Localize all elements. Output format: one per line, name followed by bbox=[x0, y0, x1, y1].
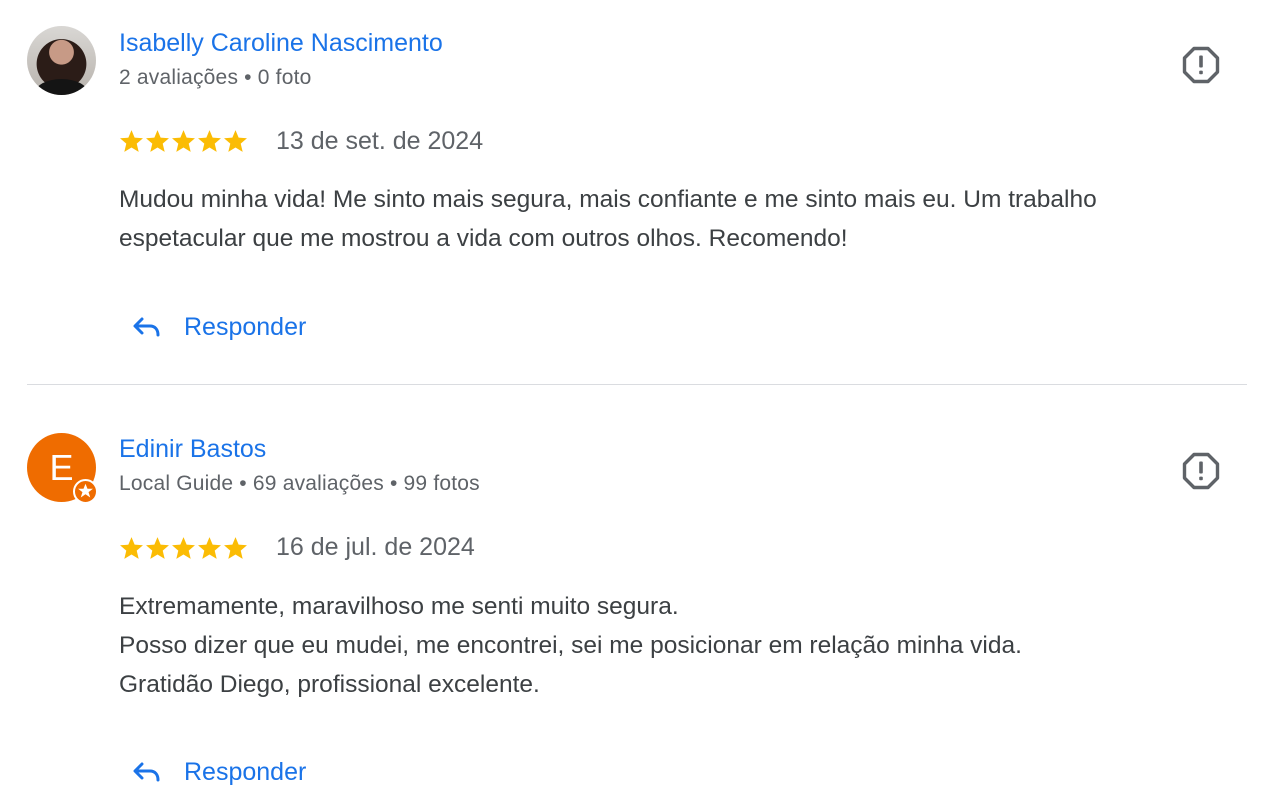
report-icon[interactable] bbox=[1182, 452, 1220, 490]
star-icon bbox=[172, 130, 195, 152]
reviewer-meta: 2 avaliações • 0 foto bbox=[119, 66, 312, 89]
star-icon bbox=[198, 537, 221, 559]
reply-label: Responder bbox=[184, 757, 307, 786]
review-date: 16 de jul. de 2024 bbox=[276, 533, 475, 561]
reviewer-name[interactable]: Edinir Bastos bbox=[119, 435, 266, 464]
review-divider bbox=[27, 384, 1247, 385]
reply-button[interactable]: Responder bbox=[130, 304, 306, 350]
review-text-line: Mudou minha vida! Me sinto mais segura, … bbox=[119, 186, 1097, 213]
review-text-line: Gratidão Diego, profissional excelente. bbox=[119, 671, 540, 698]
review-date: 13 de set. de 2024 bbox=[276, 127, 484, 155]
reply-arrow-icon bbox=[133, 317, 160, 337]
reply-label: Responder bbox=[184, 312, 307, 341]
star-icon bbox=[120, 537, 143, 559]
review-text-line: Posso dizer que eu mudei, me encontrei, … bbox=[119, 632, 1022, 659]
star-icon bbox=[120, 130, 143, 152]
reply-arrow-icon bbox=[133, 762, 160, 782]
review-text-line: espetacular que me mostrou a vida com ou… bbox=[119, 225, 848, 252]
reviewer-meta: Local Guide • 69 avaliações • 99 fotos bbox=[119, 472, 480, 495]
reviewer-avatar[interactable]: E bbox=[27, 433, 98, 504]
star-rating bbox=[119, 128, 248, 154]
star-icon bbox=[146, 130, 169, 152]
review-text: Mudou minha vida! Me sinto mais segura, … bbox=[119, 180, 1244, 258]
reply-button[interactable]: Responder bbox=[130, 749, 306, 795]
star-icon bbox=[146, 537, 169, 559]
report-icon[interactable] bbox=[1182, 46, 1220, 84]
local-guide-badge-icon bbox=[73, 479, 98, 504]
review-text-line: Extremamente, maravilhoso me senti muito… bbox=[119, 593, 679, 620]
reviewer-avatar[interactable] bbox=[27, 26, 96, 95]
star-icon bbox=[224, 537, 247, 559]
star-icon bbox=[172, 537, 195, 559]
star-icon bbox=[224, 130, 247, 152]
review-text: Extremamente, maravilhoso me senti muito… bbox=[119, 587, 1244, 704]
star-rating bbox=[119, 535, 248, 561]
star-icon bbox=[198, 130, 221, 152]
reviewer-name[interactable]: Isabelly Caroline Nascimento bbox=[119, 29, 443, 58]
